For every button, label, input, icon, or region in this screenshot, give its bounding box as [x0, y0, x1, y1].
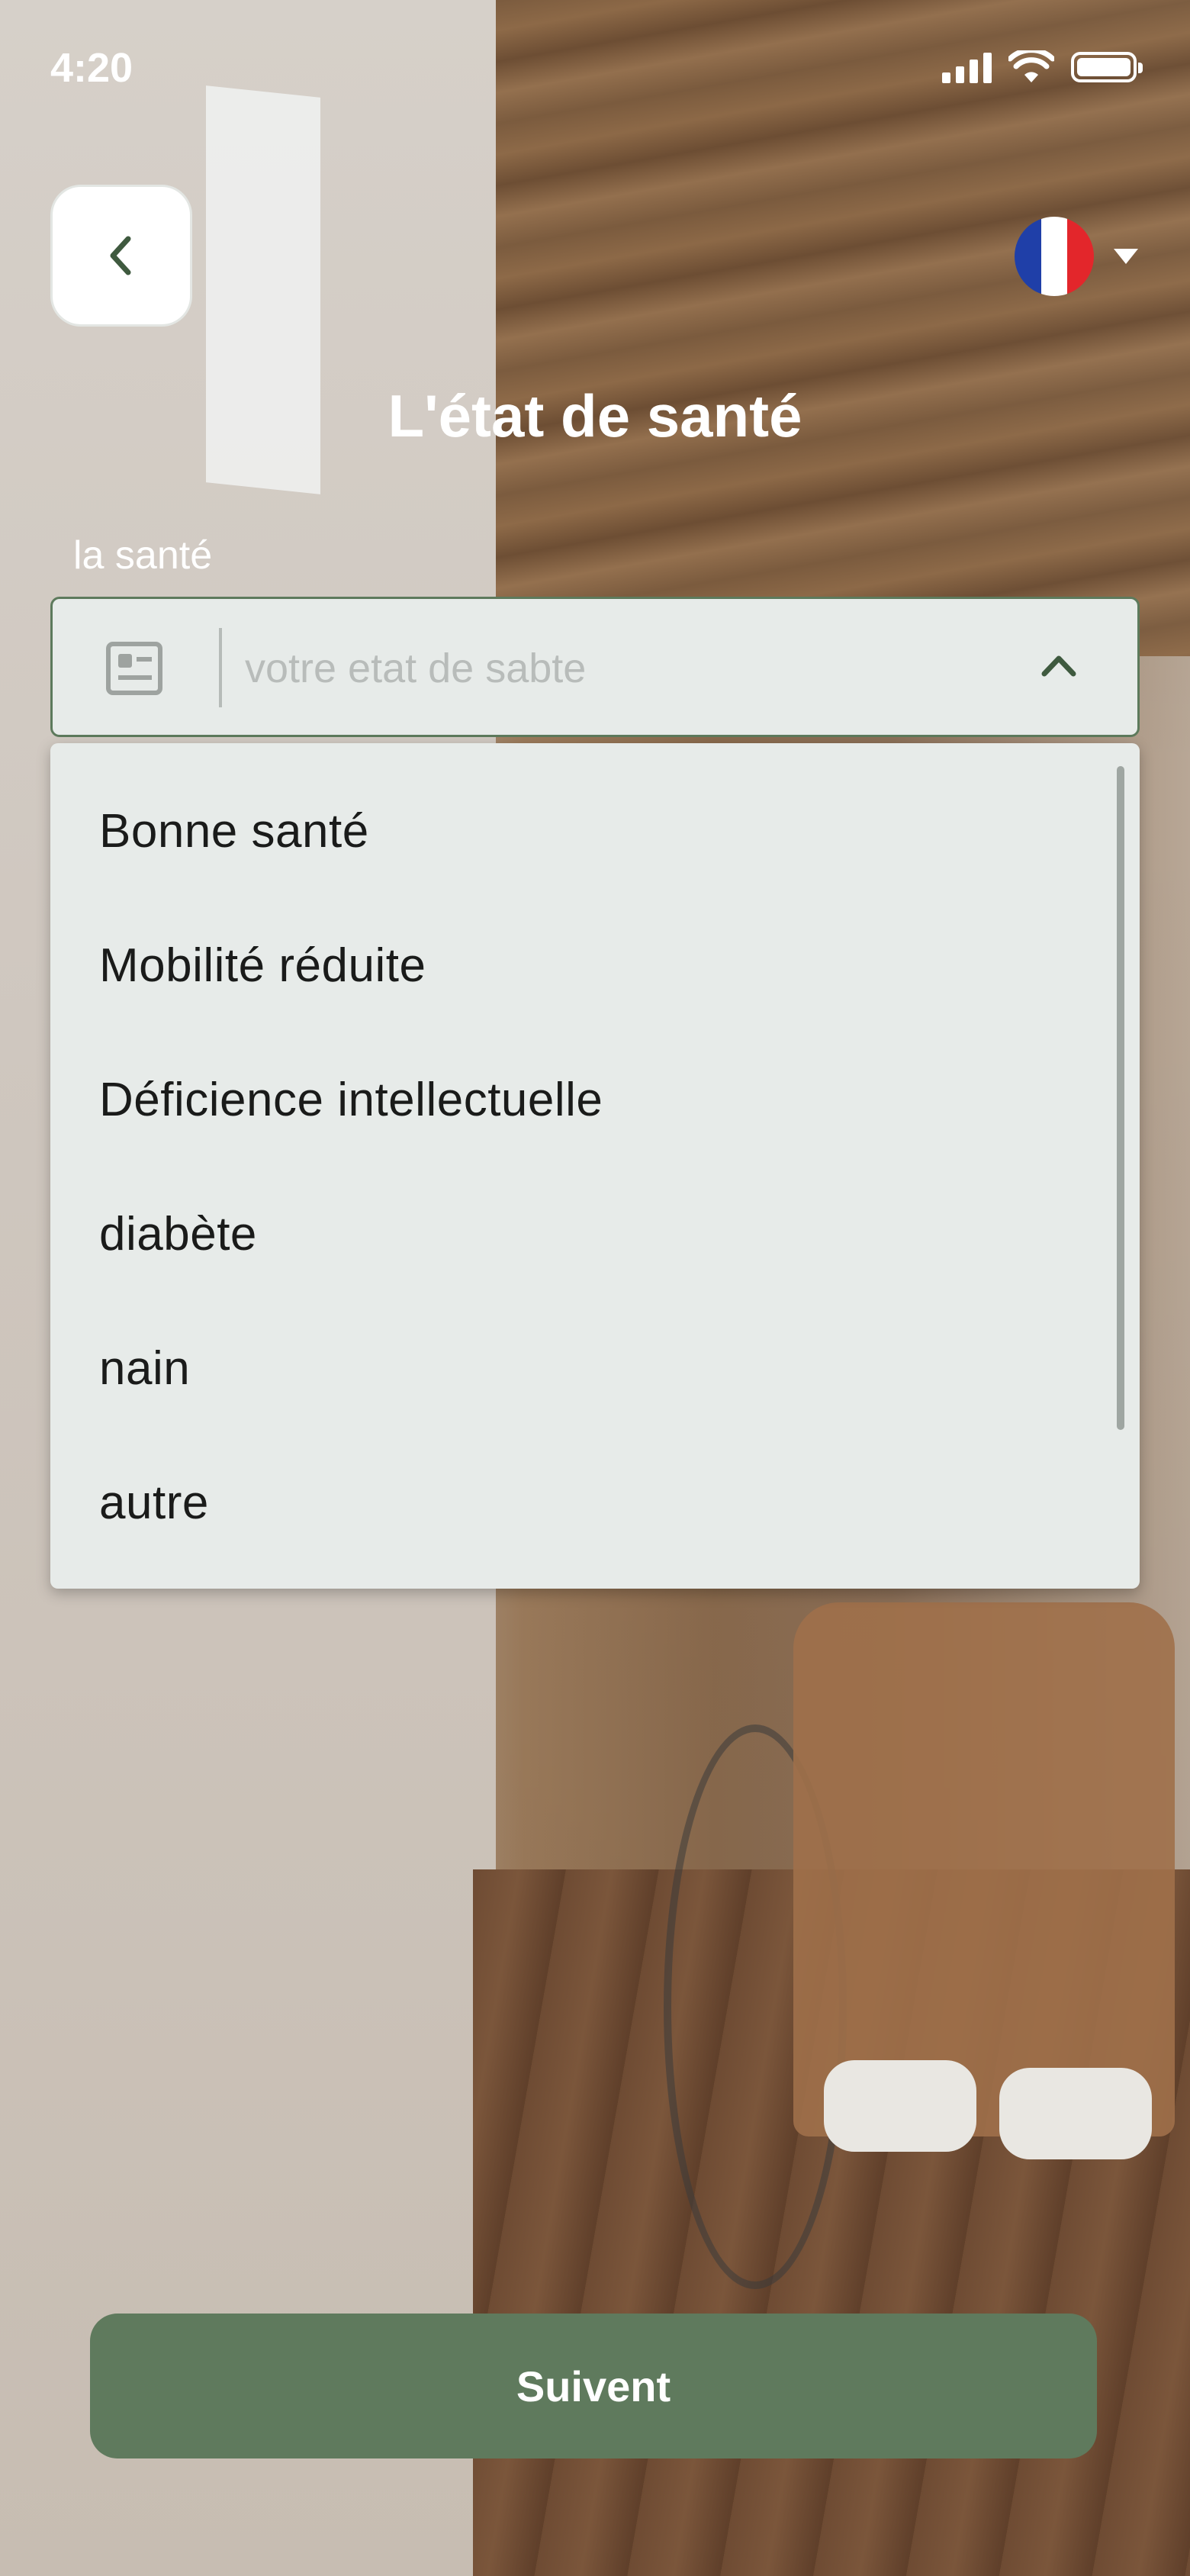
dropdown-option-bonne-sante[interactable]: Bonne santé — [99, 804, 369, 858]
id-card-icon — [106, 642, 162, 695]
chevron-up-icon[interactable] — [1040, 649, 1078, 680]
dropdown-option-deficience-intellectuelle[interactable]: Déficience intellectuelle — [99, 1073, 603, 1127]
health-select[interactable]: votre etat de sabte — [50, 597, 1140, 737]
field-divider — [219, 628, 222, 707]
background-shoe-right — [999, 2068, 1152, 2159]
health-dropdown-menu: Bonne santé Mobilité réduite Déficience … — [50, 743, 1140, 1589]
dropdown-option-autre[interactable]: autre — [99, 1476, 209, 1530]
dropdown-scrollbar[interactable] — [1117, 766, 1124, 1430]
next-button[interactable]: Suivent — [90, 2314, 1097, 2458]
screen: 4:20 L'état de santé la santé votre etat… — [0, 0, 1190, 2576]
background-person — [793, 1602, 1175, 2136]
status-bar: 4:20 — [0, 0, 1190, 137]
battery-icon — [1071, 52, 1143, 82]
france-flag-icon — [1015, 217, 1094, 296]
cellular-signal-icon — [942, 51, 992, 83]
dropdown-option-diabete[interactable]: diabète — [99, 1207, 257, 1261]
caret-down-icon — [1114, 249, 1138, 264]
wifi-icon — [1008, 50, 1054, 82]
status-icons — [942, 50, 1143, 84]
health-select-placeholder: votre etat de sabte — [245, 646, 587, 691]
dropdown-option-nain[interactable]: nain — [99, 1341, 190, 1396]
language-selector[interactable] — [1015, 217, 1138, 296]
status-time: 4:20 — [50, 45, 133, 91]
background-shoe-left — [824, 2060, 976, 2152]
chevron-left-icon — [110, 236, 131, 275]
health-field-label: la santé — [73, 533, 213, 578]
dropdown-option-mobilite-reduite[interactable]: Mobilité réduite — [99, 939, 426, 993]
back-button[interactable] — [50, 185, 192, 327]
page-title: L'état de santé — [388, 382, 802, 449]
